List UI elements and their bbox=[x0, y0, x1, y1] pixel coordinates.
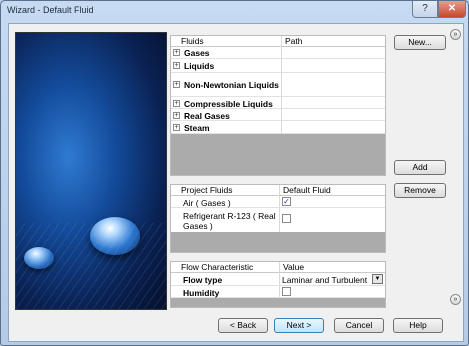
cancel-button[interactable]: Cancel bbox=[334, 318, 384, 333]
wizard-client-area: Fluids Path + Gases + Liquids + Non-Newt… bbox=[8, 23, 464, 342]
fluid-category-label: Real Gases bbox=[184, 111, 230, 121]
fluid-category-row[interactable]: + Compressible Liquids bbox=[171, 97, 385, 109]
value-column-header: Value bbox=[279, 262, 387, 272]
path-column-header: Path bbox=[281, 36, 387, 46]
fluid-category-label: Compressible Liquids bbox=[184, 99, 273, 109]
fluid-category-row[interactable]: + Real Gases bbox=[171, 109, 385, 121]
next-button[interactable]: Next > bbox=[274, 318, 324, 333]
project-fluid-row[interactable]: Air ( Gases ) ✓ bbox=[171, 196, 385, 208]
project-fluids-column-header: Project Fluids bbox=[181, 185, 233, 195]
fluid-category-row[interactable]: + Gases bbox=[171, 47, 385, 59]
project-fluid-label-cont: Gases ) bbox=[183, 221, 213, 231]
fluids-table-empty-area bbox=[171, 134, 385, 175]
close-window-button[interactable]: ✕ bbox=[438, 1, 466, 18]
fluid-category-label: Steam bbox=[184, 123, 210, 133]
fluids-table: Fluids Path + Gases + Liquids + Non-Newt… bbox=[170, 35, 386, 176]
flow-table-empty-area bbox=[171, 298, 385, 307]
flow-type-dropdown-arrow-icon[interactable]: ▼ bbox=[372, 274, 383, 284]
expand-icon[interactable]: + bbox=[173, 112, 180, 119]
new-fluid-button[interactable]: New... bbox=[394, 35, 446, 50]
collapse-top-icon[interactable]: » bbox=[450, 29, 461, 40]
project-fluids-header: Project Fluids Default Fluid bbox=[171, 185, 385, 196]
humidity-label: Humidity bbox=[183, 288, 220, 298]
flow-table-header: Flow Characteristic Value bbox=[171, 262, 385, 273]
title-bar: Wizard - Default Fluid ? ✕ bbox=[1, 1, 468, 20]
expand-icon[interactable]: + bbox=[173, 124, 180, 131]
collapse-bottom-icon[interactable]: » bbox=[450, 294, 461, 305]
flow-characteristic-column-header: Flow Characteristic bbox=[181, 262, 254, 272]
project-fluids-table: Project Fluids Default Fluid Air ( Gases… bbox=[170, 184, 386, 253]
flow-type-value[interactable]: Laminar and Turbulent bbox=[282, 275, 367, 285]
default-fluid-checkbox[interactable] bbox=[282, 214, 291, 223]
fluids-table-header: Fluids Path bbox=[171, 36, 385, 47]
humidity-row[interactable]: Humidity bbox=[171, 286, 385, 298]
expand-icon[interactable]: + bbox=[173, 62, 180, 69]
project-fluid-row[interactable]: Refrigerant R-123 ( Real Gases ) bbox=[171, 208, 385, 232]
humidity-checkbox[interactable] bbox=[282, 287, 291, 296]
window-title: Wizard - Default Fluid bbox=[7, 5, 94, 15]
help-title-button[interactable]: ? bbox=[412, 1, 438, 18]
flow-characteristics-table: Flow Characteristic Value Flow type Lami… bbox=[170, 261, 386, 308]
project-fluids-empty-area bbox=[171, 232, 385, 252]
fluid-category-label: Non-Newtonian Liquids bbox=[184, 80, 279, 90]
add-fluid-button[interactable]: Add bbox=[394, 160, 446, 175]
fluid-category-row[interactable]: + Liquids bbox=[171, 59, 385, 73]
fluid-category-label: Liquids bbox=[184, 61, 215, 71]
wizard-window: Wizard - Default Fluid ? ✕ Fluids Path +… bbox=[0, 0, 469, 346]
water-drops-image bbox=[15, 32, 167, 310]
back-button[interactable]: < Back bbox=[218, 318, 268, 333]
remove-fluid-button[interactable]: Remove bbox=[394, 183, 446, 198]
help-button[interactable]: Help bbox=[393, 318, 443, 333]
expand-icon[interactable]: + bbox=[173, 100, 180, 107]
default-fluid-checkbox[interactable]: ✓ bbox=[282, 197, 291, 206]
default-fluid-column-header: Default Fluid bbox=[279, 185, 387, 195]
fluid-category-row[interactable]: + Steam bbox=[171, 121, 385, 134]
fluids-column-header: Fluids bbox=[181, 36, 204, 46]
project-fluid-label: Refrigerant R-123 ( Real bbox=[183, 211, 276, 221]
expand-icon[interactable]: + bbox=[173, 49, 180, 56]
flow-type-row[interactable]: Flow type Laminar and Turbulent ▼ bbox=[171, 273, 385, 286]
fluid-category-row[interactable]: + Non-Newtonian Liquids bbox=[171, 73, 385, 97]
expand-icon[interactable]: + bbox=[173, 81, 180, 88]
fluid-category-label: Gases bbox=[184, 48, 210, 58]
flow-type-label: Flow type bbox=[183, 275, 223, 285]
circuit-surface bbox=[16, 223, 166, 309]
project-fluid-label: Air ( Gases ) bbox=[183, 198, 231, 208]
